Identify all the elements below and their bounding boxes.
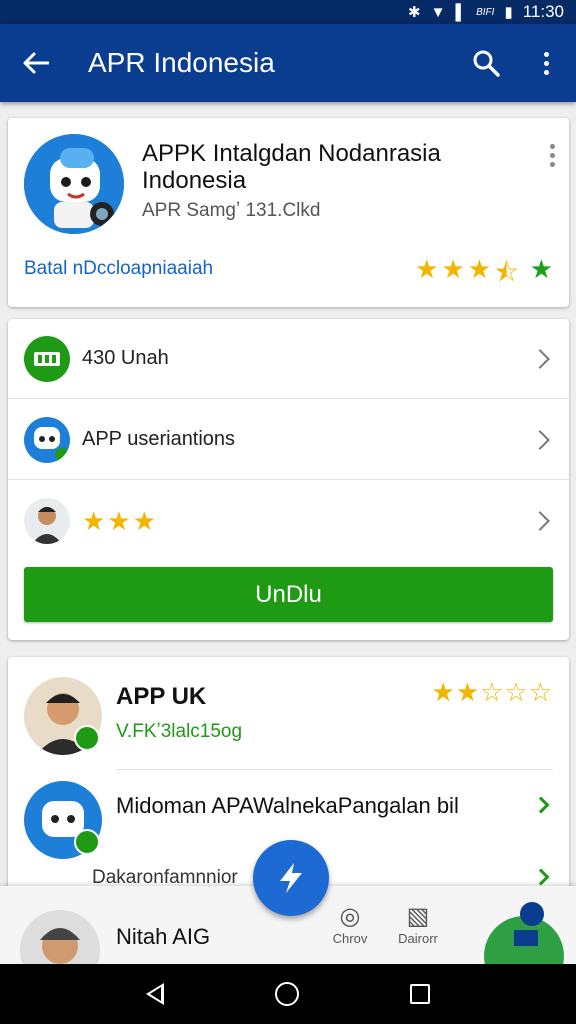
more-vert-icon [543,51,549,75]
install-button[interactable]: UnDlu [24,567,553,622]
app-meta: APR Samgʼ 131.Clkd [142,200,321,221]
star-icon: ★ [415,254,439,284]
chevron-right-icon[interactable] [532,796,550,814]
details-row-reviews[interactable]: ★★★ [8,481,569,561]
clock: 11:30 [522,2,564,21]
app-bar: APR Indonesia [0,24,576,102]
chevron-right-icon [530,429,550,450]
reviewer-subtitle: V.FKʼ3lalc15og [116,721,243,742]
details-row-label: 430 Unah [82,347,169,369]
details-card: 430 Unah APP useriantions ★★★ UnDlu [8,319,569,640]
arrow-back-icon [23,52,49,74]
bottom-tab-dairorr[interactable]: ▧ Dairorr [388,902,448,946]
chevron-right-icon [530,511,550,531]
verified-badge-icon [74,725,100,751]
star-icon: ★ [467,254,492,284]
compass-icon: ◎ [339,903,361,930]
back-button[interactable] [0,24,72,102]
card-overflow-button[interactable] [550,144,555,167]
globe-icon [520,902,544,926]
profile-avatar[interactable] [20,910,100,964]
details-row-permissions[interactable]: APP useriantions [8,400,569,480]
developer-link[interactable]: Batal nDccloapniaaiah [24,258,213,280]
carrier-label: BIFI [476,6,495,18]
review-stars: ★★☆☆☆ [431,677,553,707]
profile-name: Nitah AIG [116,924,211,949]
system-nav-bar [0,964,576,1024]
search-button[interactable] [456,24,516,102]
fab-button[interactable] [253,840,329,916]
app-rating: ★ ★ ★ ⯪ ★ [415,254,553,298]
nav-back-icon[interactable] [145,983,164,1005]
signal-icon: ▌ [455,3,467,21]
download-count-icon [24,335,70,382]
search-icon [473,50,500,77]
robot-mascot-icon [24,416,70,463]
robot-mascot-icon [24,134,124,234]
details-row-stars: ★★★ [82,505,158,536]
chevron-right-icon [530,348,550,369]
nav-recents-icon[interactable] [410,984,431,1004]
verified-badge-icon [74,829,100,855]
divider [116,769,553,770]
star-icon: ★ [441,254,465,284]
details-row-downloads[interactable]: 430 Unah [8,319,569,399]
app-header-card: APPK Intalgdan Nodanrasia Indonesia APR … [8,118,569,307]
review-text: Midoman APAWalnekaPangalan bil [116,793,459,818]
star-badge-icon: ★ [529,254,553,284]
nav-home-icon[interactable] [274,982,299,1006]
bluetooth-icon: ✱ [408,4,421,21]
status-bar: ✱ ▼ ▌ BIFI ▮ 11:30 [0,0,576,24]
details-row-label: APP useriantions [82,428,236,450]
reviewer-avatar [24,498,70,544]
tab-label: Chrov [332,931,368,946]
star-half-icon: ⯪ [494,257,519,287]
reviewer-name: APP UK [116,683,207,710]
app-icon [24,134,124,234]
chevron-right-icon[interactable] [532,868,550,886]
image-icon: ▧ [406,903,430,930]
page-title: APR Indonesia [88,47,275,78]
wifi-icon: ▼ [430,3,446,21]
bottom-tab-chrov[interactable]: ◎ Chrov [320,902,380,946]
tab-label: Dairorr [398,931,438,946]
app-name: APPK Intalgdan Nodanrasia Indonesia [142,140,441,194]
flash-icon [280,863,302,893]
overflow-menu-button[interactable] [516,24,576,102]
battery-icon: ▮ [504,4,513,21]
